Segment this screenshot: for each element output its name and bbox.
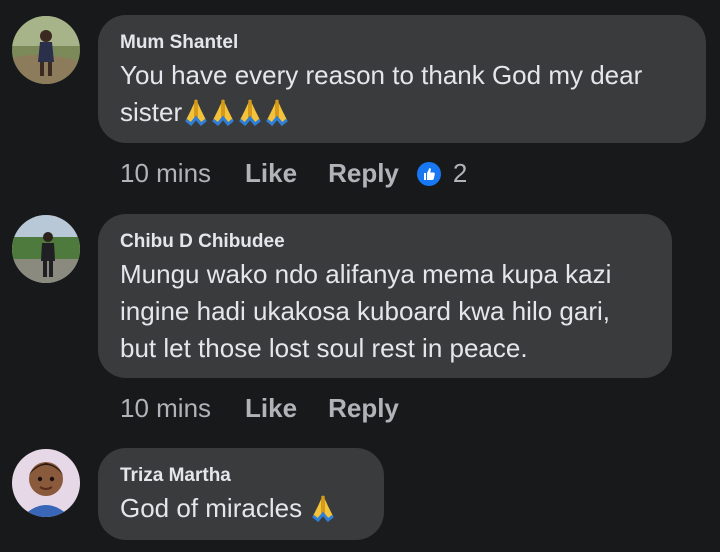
- comment-text: Mungu wako ndo alifanya mema kupa kazi i…: [120, 256, 650, 367]
- comment-actions: 10 mins Like Reply 2: [120, 157, 467, 189]
- avatar-image: [12, 215, 80, 283]
- like-button[interactable]: Like: [245, 157, 297, 189]
- comment-text: God of miracles: [120, 490, 362, 527]
- comment-bubble: Triza Martha God of miracles: [98, 448, 384, 540]
- comment-author[interactable]: Triza Martha: [120, 464, 362, 488]
- comment-author[interactable]: Chibu D Chibudee: [120, 230, 650, 254]
- avatar-image: [12, 449, 80, 517]
- avatar[interactable]: [12, 449, 80, 517]
- like-button[interactable]: Like: [245, 392, 297, 424]
- comment-timestamp: 10 mins: [120, 158, 212, 188]
- comment-bubble: Chibu D Chibudee Mungu wako ndo alifanya…: [98, 214, 672, 378]
- reply-button[interactable]: Reply: [328, 157, 399, 189]
- folded-hands-icon: [310, 492, 336, 523]
- folded-hands-icon: [237, 96, 263, 127]
- comment-body: God of miracles: [120, 493, 303, 523]
- avatar[interactable]: [12, 16, 80, 84]
- reaction-count[interactable]: 2: [453, 157, 467, 189]
- comment-bubble: Mum Shantel You have every reason to tha…: [98, 15, 706, 143]
- reply-button[interactable]: Reply: [328, 392, 399, 424]
- folded-hands-icon: [210, 96, 236, 127]
- comment-timestamp: 10 mins: [120, 393, 212, 423]
- thumbs-up-icon[interactable]: [416, 161, 441, 186]
- folded-hands-icon: [183, 96, 209, 127]
- comment-body: Mungu wako ndo alifanya mema kupa kazi i…: [120, 259, 612, 363]
- avatar-image: [12, 16, 80, 84]
- avatar[interactable]: [12, 215, 80, 283]
- comment-actions: 10 mins Like Reply: [120, 392, 399, 424]
- comment-text: You have every reason to thank God my de…: [120, 57, 684, 131]
- folded-hands-icon: [264, 96, 290, 127]
- comment-author[interactable]: Mum Shantel: [120, 31, 684, 55]
